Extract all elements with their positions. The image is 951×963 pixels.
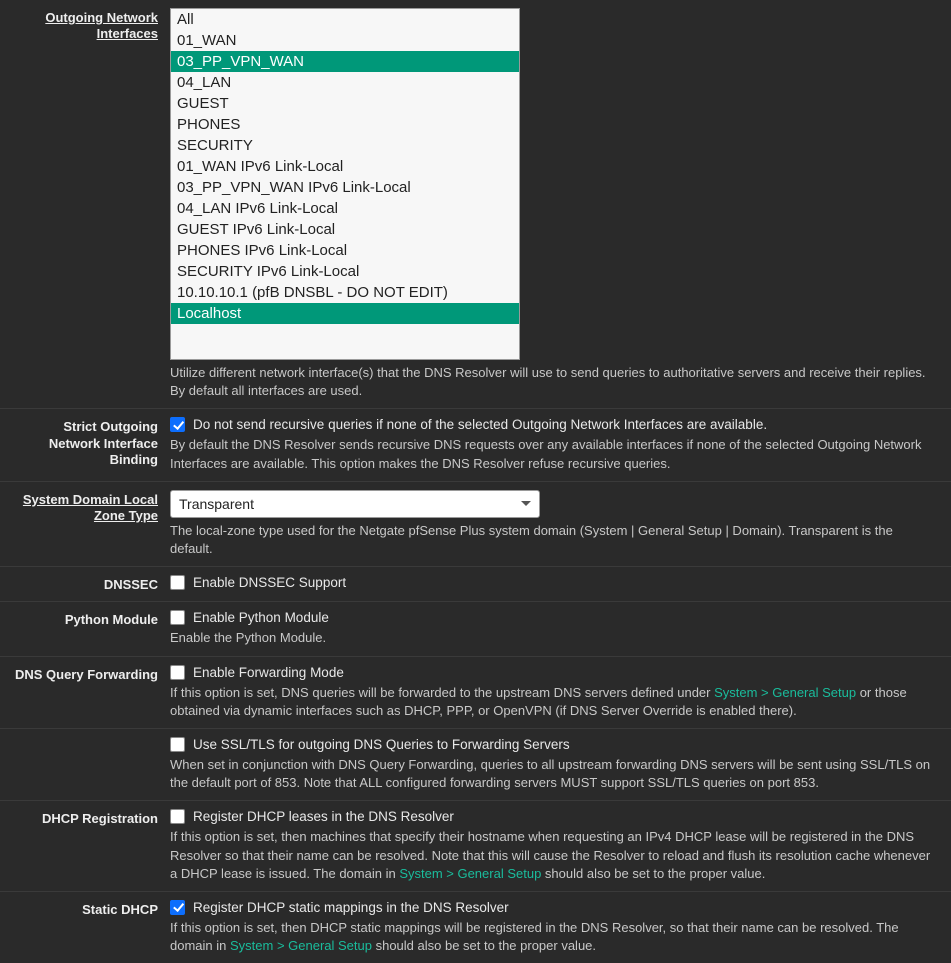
zone-type-value: Transparent [179, 496, 254, 512]
link-system-general-setup-1[interactable]: System > General Setup [714, 685, 856, 700]
forwarding-checkbox[interactable] [170, 665, 185, 680]
interface-option[interactable]: 03_PP_VPN_WAN IPv6 Link-Local [171, 177, 519, 198]
interface-option[interactable]: PHONES [171, 114, 519, 135]
interface-option[interactable]: 04_LAN IPv6 Link-Local [171, 198, 519, 219]
label-forwarding: DNS Query Forwarding [0, 665, 170, 720]
label-zone-type[interactable]: System Domain Local Zone Type [23, 492, 158, 523]
interface-option[interactable]: 10.10.10.1 (pfB DNSBL - DO NOT EDIT) [171, 282, 519, 303]
row-static-dhcp: Static DHCP Register DHCP static mapping… [0, 891, 951, 963]
interface-option[interactable]: SECURITY [171, 135, 519, 156]
row-dnssec: DNSSEC Enable DNSSEC Support [0, 566, 951, 601]
help-static-dhcp: If this option is set, then DHCP static … [170, 919, 937, 955]
interface-option[interactable]: All [171, 9, 519, 30]
help-outgoing-interfaces: Utilize different network interface(s) t… [170, 364, 937, 400]
outgoing-interfaces-select[interactable]: All01_WAN03_PP_VPN_WAN04_LANGUESTPHONESS… [170, 8, 520, 360]
row-dhcp-reg: DHCP Registration Register DHCP leases i… [0, 800, 951, 891]
label-dnssec: DNSSEC [0, 575, 170, 593]
interface-option[interactable]: 04_LAN [171, 72, 519, 93]
label-outgoing-interfaces[interactable]: Outgoing Network Interfaces [45, 10, 158, 41]
python-checkbox[interactable] [170, 610, 185, 625]
python-checkbox-label: Enable Python Module [193, 610, 329, 625]
interface-option[interactable]: GUEST IPv6 Link-Local [171, 219, 519, 240]
row-ssltls: Use SSL/TLS for outgoing DNS Queries to … [0, 728, 951, 800]
dns-resolver-settings-panel: Outgoing Network Interfaces All01_WAN03_… [0, 0, 951, 963]
row-outgoing-interfaces: Outgoing Network Interfaces All01_WAN03_… [0, 0, 951, 408]
dnssec-checkbox-label: Enable DNSSEC Support [193, 575, 346, 590]
strict-outgoing-checkbox-label: Do not send recursive queries if none of… [193, 417, 767, 432]
strict-outgoing-checkbox[interactable] [170, 417, 185, 432]
help-python: Enable the Python Module. [170, 629, 937, 647]
label-strict-outgoing: Strict Outgoing Network Interface Bindin… [0, 417, 170, 472]
ssltls-checkbox-label: Use SSL/TLS for outgoing DNS Queries to … [193, 737, 570, 752]
row-python: Python Module Enable Python Module Enabl… [0, 601, 951, 655]
label-python: Python Module [0, 610, 170, 647]
interface-option[interactable]: Localhost [171, 303, 519, 324]
dhcp-reg-checkbox-label: Register DHCP leases in the DNS Resolver [193, 809, 454, 824]
static-dhcp-checkbox-label: Register DHCP static mappings in the DNS… [193, 900, 509, 915]
interface-option[interactable]: PHONES IPv6 Link-Local [171, 240, 519, 261]
zone-type-select[interactable]: Transparent [170, 490, 540, 518]
forwarding-checkbox-label: Enable Forwarding Mode [193, 665, 344, 680]
interface-option[interactable]: SECURITY IPv6 Link-Local [171, 261, 519, 282]
help-forwarding: If this option is set, DNS queries will … [170, 684, 937, 720]
label-static-dhcp: Static DHCP [0, 900, 170, 955]
interface-option[interactable]: 01_WAN [171, 30, 519, 51]
row-zone-type: System Domain Local Zone Type Transparen… [0, 481, 951, 566]
help-ssltls: When set in conjunction with DNS Query F… [170, 756, 937, 792]
row-forwarding: DNS Query Forwarding Enable Forwarding M… [0, 656, 951, 728]
interface-option[interactable]: GUEST [171, 93, 519, 114]
row-strict-outgoing: Strict Outgoing Network Interface Bindin… [0, 408, 951, 480]
interface-option[interactable]: 01_WAN IPv6 Link-Local [171, 156, 519, 177]
chevron-down-icon [521, 501, 531, 506]
label-dhcp-reg: DHCP Registration [0, 809, 170, 883]
ssltls-checkbox[interactable] [170, 737, 185, 752]
dnssec-checkbox[interactable] [170, 575, 185, 590]
link-system-general-setup-2[interactable]: System > General Setup [399, 866, 541, 881]
help-zone-type: The local-zone type used for the Netgate… [170, 522, 937, 558]
help-dhcp-reg: If this option is set, then machines tha… [170, 828, 937, 883]
help-strict-outgoing: By default the DNS Resolver sends recurs… [170, 436, 937, 472]
interface-option[interactable]: 03_PP_VPN_WAN [171, 51, 519, 72]
dhcp-reg-checkbox[interactable] [170, 809, 185, 824]
static-dhcp-checkbox[interactable] [170, 900, 185, 915]
